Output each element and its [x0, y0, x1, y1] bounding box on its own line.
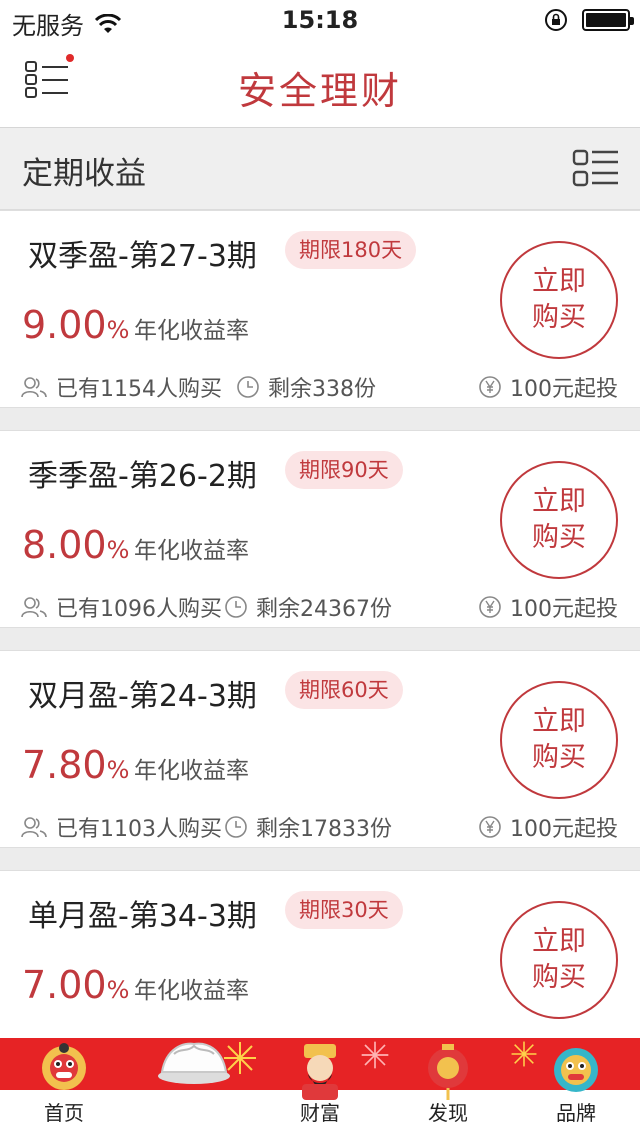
min-invest-text: 100元起投: [510, 597, 618, 622]
rate-unit: %: [106, 536, 130, 564]
yen-icon: [479, 816, 501, 838]
annual-rate: 8.00%: [22, 523, 129, 567]
buy-now-button[interactable]: 立即 购买: [500, 461, 618, 579]
rate-value: 7.00: [22, 963, 107, 1007]
tab-wealth[interactable]: 财富: [256, 1038, 384, 1136]
annual-rate: 9.00%: [22, 303, 129, 347]
buyers-count: 已有1103人购买: [56, 817, 222, 842]
dumpling-icon: [158, 1042, 230, 1084]
buy-now-button[interactable]: 立即 购买: [500, 681, 618, 799]
product-name: 单月盈-第34-3期: [28, 899, 257, 934]
product-name: 双季盈-第27-3期: [28, 239, 257, 274]
remaining-shares: 剩余24367份: [256, 597, 392, 622]
tab-discover[interactable]: 发现: [384, 1038, 512, 1136]
tab-label-wealth: 财富: [300, 1101, 340, 1125]
lion-head-icon: [554, 1048, 598, 1092]
battery-icon: [582, 9, 634, 31]
tab-label-discover: 发现: [428, 1101, 468, 1125]
tab-bar: 首页 财富 发现 品牌: [0, 1038, 640, 1136]
remaining-shares: 剩余17833份: [256, 817, 392, 842]
rate-value: 9.00: [22, 303, 107, 347]
product-card[interactable]: 双月盈-第24-3期 期限60天 7.80% 年化收益率 已有1103人购买 剩…: [0, 650, 640, 848]
product-meta: 已有1154人购买 剩余338份: [20, 371, 376, 403]
nav-bar: 安全理财: [0, 40, 640, 128]
min-invest: 100元起投: [478, 591, 618, 623]
buy-label-line1: 立即: [532, 706, 586, 737]
annual-rate: 7.00%: [22, 963, 129, 1007]
rate-label: 年化收益率: [134, 758, 249, 784]
rate-label: 年化收益率: [134, 318, 249, 344]
annual-rate: 7.80%: [22, 743, 129, 787]
buy-label-line1: 立即: [532, 266, 586, 297]
min-invest-text: 100元起投: [510, 377, 618, 402]
min-invest-text: 100元起投: [510, 817, 618, 842]
tab-home[interactable]: 首页: [0, 1038, 128, 1136]
term-badge: 期限60天: [285, 671, 403, 709]
rate-value: 7.80: [22, 743, 107, 787]
tab-dumpling[interactable]: [148, 1038, 238, 1136]
min-invest: 100元起投: [478, 811, 618, 843]
product-meta: 已有1096人购买 剩余24367份: [20, 591, 392, 623]
section-title: 定期收益: [22, 156, 146, 192]
rate-unit: %: [106, 976, 130, 1004]
rate-unit: %: [106, 316, 130, 344]
rate-label: 年化收益率: [134, 538, 249, 564]
product-card[interactable]: 双季盈-第27-3期 期限180天 9.00% 年化收益率 已有1154人购买 …: [0, 210, 640, 408]
buy-label-line2: 购买: [532, 522, 586, 553]
yen-icon: [479, 376, 501, 398]
yen-icon: [479, 596, 501, 618]
users-icon: [21, 817, 47, 838]
buy-label-line2: 购买: [532, 302, 586, 333]
term-badge: 期限90天: [285, 451, 403, 489]
product-name: 季季盈-第26-2期: [28, 459, 257, 494]
buy-label-line2: 购买: [532, 962, 586, 993]
buyers-count: 已有1096人购买: [56, 597, 222, 622]
tab-label-brand: 品牌: [556, 1101, 596, 1125]
god-of-wealth-icon: [302, 1044, 338, 1100]
remaining-shares: 剩余338份: [268, 377, 376, 402]
rate-value: 8.00: [22, 523, 107, 567]
lion-dance-icon: [42, 1043, 86, 1090]
section-header: 定期收益: [0, 128, 640, 210]
buy-label-line1: 立即: [532, 486, 586, 517]
users-icon: [21, 597, 47, 618]
rotation-lock-icon: [545, 9, 567, 31]
min-invest: 100元起投: [478, 371, 618, 403]
clock-icon: [225, 816, 247, 838]
product-name: 双月盈-第24-3期: [28, 679, 257, 714]
buyers-count: 已有1154人购买: [56, 377, 222, 402]
page-title: 安全理财: [237, 69, 402, 113]
status-right: [544, 8, 634, 32]
list-view-icon[interactable]: [572, 148, 620, 188]
buy-label-line2: 购买: [532, 742, 586, 773]
term-badge: 期限180天: [285, 231, 417, 269]
tab-label-home: 首页: [44, 1101, 84, 1125]
buy-now-button[interactable]: 立即 购买: [500, 241, 618, 359]
clock-icon: [237, 376, 259, 398]
clock-icon: [225, 596, 247, 618]
rate-label: 年化收益率: [134, 978, 249, 1004]
buy-now-button[interactable]: 立即 购买: [500, 901, 618, 1019]
rate-unit: %: [106, 756, 130, 784]
lantern-icon: [428, 1044, 468, 1100]
product-meta: 已有1103人购买 剩余17833份: [20, 811, 392, 843]
product-card[interactable]: 季季盈-第26-2期 期限90天 8.00% 年化收益率 已有1096人购买 剩…: [0, 430, 640, 628]
buy-label-line1: 立即: [532, 926, 586, 957]
tab-brand[interactable]: 品牌: [512, 1038, 640, 1136]
status-bar: 无服务 15:18: [0, 0, 640, 40]
term-badge: 期限30天: [285, 891, 403, 929]
users-icon: [21, 377, 47, 398]
